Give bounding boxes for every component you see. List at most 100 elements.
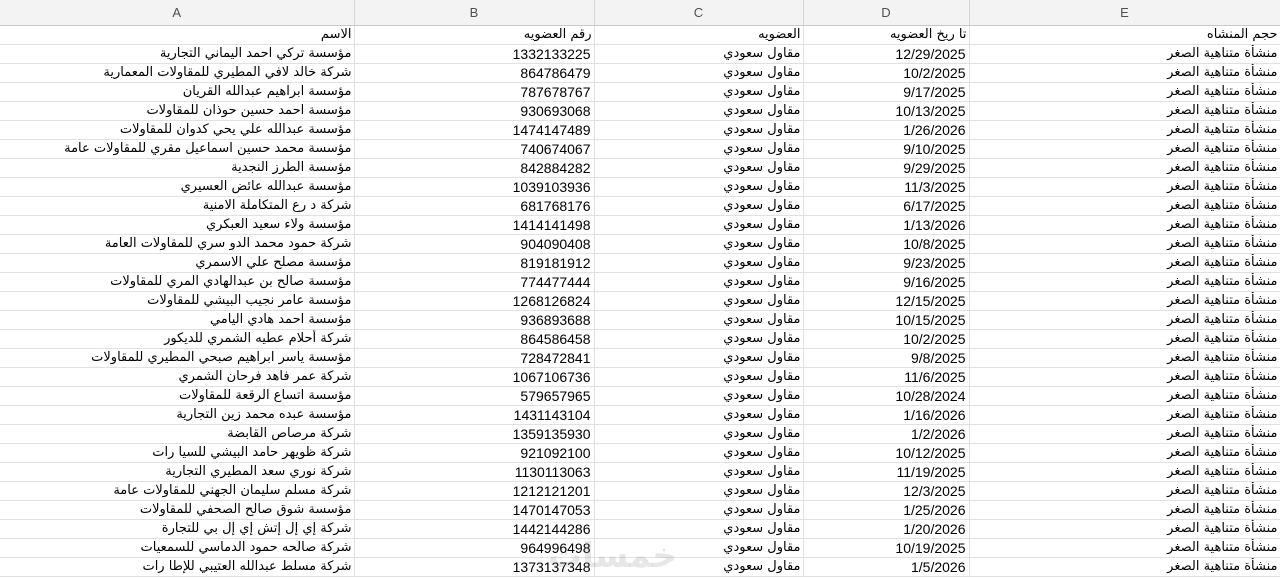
cell-membership-number[interactable]: 1359135930 (354, 424, 595, 444)
cell-membership[interactable]: مقاول سعودي (594, 291, 804, 311)
cell-name[interactable]: مؤسسة ولاء سعيد العبكري (0, 215, 355, 235)
cell-membership-number[interactable]: 728472841 (354, 348, 595, 368)
cell-membership-date[interactable]: 1/2/2026 (803, 424, 970, 444)
cell-membership[interactable]: مقاول سعودي (594, 215, 804, 235)
cell-establishment-size[interactable]: منشأة متناهية الصغر (969, 272, 1280, 292)
cell-name[interactable]: مؤسسة شوق صالح الصحفي للمقاولات (0, 500, 355, 520)
cell-name[interactable]: شركة مسلط عبدالله العتيبي للإطا رات (0, 557, 355, 577)
cell-name[interactable]: مؤسسة محمد حسين اسماعيل مقري للمقاولات ع… (0, 139, 355, 159)
cell-membership-date[interactable]: 1/25/2026 (803, 500, 970, 520)
cell-membership[interactable]: مقاول سعودي (594, 329, 804, 349)
cell-name[interactable]: مؤسسة اتساع الرقعة للمقاولات (0, 386, 355, 406)
cell-membership-number[interactable]: 1474147489 (354, 120, 595, 140)
cell-membership-number[interactable]: 1039103936 (354, 177, 595, 197)
cell-membership-date[interactable]: 6/17/2025 (803, 196, 970, 216)
cell-establishment-size[interactable]: منشأة متناهية الصغر (969, 139, 1280, 159)
cell-name[interactable]: شركة إي إل إتش إي إل بي للتجارة (0, 519, 355, 539)
cell-establishment-size[interactable]: منشأة متناهية الصغر (969, 44, 1280, 64)
cell-membership[interactable]: مقاول سعودي (594, 101, 804, 121)
cell-name[interactable]: شركة خالد لافي المطيري للمقاولات المعمار… (0, 63, 355, 83)
cell-establishment-size[interactable]: منشأة متناهية الصغر (969, 101, 1280, 121)
cell-establishment-size[interactable]: منشأة متناهية الصغر (969, 291, 1280, 311)
cell-membership-date[interactable]: 10/19/2025 (803, 538, 970, 558)
column-header-b[interactable]: B (354, 0, 595, 26)
cell-establishment-size[interactable]: منشأة متناهية الصغر (969, 120, 1280, 140)
cell-membership-number[interactable]: 740674067 (354, 139, 595, 159)
cell-membership-date[interactable]: 10/13/2025 (803, 101, 970, 121)
cell-membership[interactable]: مقاول سعودي (594, 462, 804, 482)
cell-establishment-size[interactable]: منشأة متناهية الصغر (969, 500, 1280, 520)
cell-membership[interactable]: مقاول سعودي (594, 386, 804, 406)
cell-membership-number[interactable]: 842884282 (354, 158, 595, 178)
header-cell-name[interactable]: الاسم (0, 25, 355, 45)
cell-membership[interactable]: مقاول سعودي (594, 538, 804, 558)
cell-establishment-size[interactable]: منشأة متناهية الصغر (969, 348, 1280, 368)
cell-membership[interactable]: مقاول سعودي (594, 139, 804, 159)
cell-membership-number[interactable]: 1212121201 (354, 481, 595, 501)
cell-establishment-size[interactable]: منشأة متناهية الصغر (969, 234, 1280, 254)
cell-membership-date[interactable]: 9/29/2025 (803, 158, 970, 178)
cell-name[interactable]: مؤسسة مصلح علي الاسمري (0, 253, 355, 273)
cell-membership-number[interactable]: 1470147053 (354, 500, 595, 520)
cell-membership[interactable]: مقاول سعودي (594, 519, 804, 539)
cell-membership-number[interactable]: 864586458 (354, 329, 595, 349)
cell-establishment-size[interactable]: منشأة متناهية الصغر (969, 443, 1280, 463)
cell-name[interactable]: شركة مسلم سليمان الجهني للمقاولات عامة (0, 481, 355, 501)
cell-membership-number[interactable]: 819181912 (354, 253, 595, 273)
cell-membership[interactable]: مقاول سعودي (594, 120, 804, 140)
cell-membership-number[interactable]: 1414141498 (354, 215, 595, 235)
cell-establishment-size[interactable]: منشأة متناهية الصغر (969, 329, 1280, 349)
cell-membership-date[interactable]: 1/13/2026 (803, 215, 970, 235)
cell-name[interactable]: مؤسسة عبده محمد زين التجارية (0, 405, 355, 425)
cell-membership-date[interactable]: 10/28/2024 (803, 386, 970, 406)
cell-establishment-size[interactable]: منشأة متناهية الصغر (969, 177, 1280, 197)
column-header-d[interactable]: D (803, 0, 970, 26)
cell-name[interactable]: مؤسسة عبدالله عائض العسيري (0, 177, 355, 197)
cell-name[interactable]: شركة مرصاص القابضة (0, 424, 355, 444)
cell-name[interactable]: شركة حمود محمد الدو سري للمقاولات العامة (0, 234, 355, 254)
cell-membership-number[interactable]: 864786479 (354, 63, 595, 83)
cell-membership-number[interactable]: 1431143104 (354, 405, 595, 425)
cell-membership[interactable]: مقاول سعودي (594, 481, 804, 501)
cell-membership[interactable]: مقاول سعودي (594, 367, 804, 387)
cell-membership-date[interactable]: 12/29/2025 (803, 44, 970, 64)
cell-establishment-size[interactable]: منشأة متناهية الصغر (969, 538, 1280, 558)
cell-name[interactable]: مؤسسة ابراهيم عبدالله القريان (0, 82, 355, 102)
cell-membership-date[interactable]: 12/3/2025 (803, 481, 970, 501)
cell-membership[interactable]: مقاول سعودي (594, 196, 804, 216)
cell-membership-number[interactable]: 1332133225 (354, 44, 595, 64)
cell-membership-date[interactable]: 9/8/2025 (803, 348, 970, 368)
cell-membership[interactable]: مقاول سعودي (594, 177, 804, 197)
cell-membership-date[interactable]: 10/2/2025 (803, 63, 970, 83)
cell-membership-date[interactable]: 10/8/2025 (803, 234, 970, 254)
cell-establishment-size[interactable]: منشأة متناهية الصغر (969, 405, 1280, 425)
cell-membership-date[interactable]: 11/19/2025 (803, 462, 970, 482)
cell-membership-date[interactable]: 1/20/2026 (803, 519, 970, 539)
cell-membership-number[interactable]: 681768176 (354, 196, 595, 216)
cell-name[interactable]: مؤسسة ياسر ابراهيم صبحي المطيري للمقاولا… (0, 348, 355, 368)
cell-membership-date[interactable]: 10/15/2025 (803, 310, 970, 330)
cell-membership-date[interactable]: 1/16/2026 (803, 405, 970, 425)
column-header-e[interactable]: E (969, 0, 1280, 26)
cell-membership[interactable]: مقاول سعودي (594, 443, 804, 463)
cell-membership-number[interactable]: 904090408 (354, 234, 595, 254)
cell-membership-date[interactable]: 9/10/2025 (803, 139, 970, 159)
cell-membership-number[interactable]: 787678767 (354, 82, 595, 102)
cell-establishment-size[interactable]: منشأة متناهية الصغر (969, 386, 1280, 406)
cell-name[interactable]: مؤسسة الطرز النجدية (0, 158, 355, 178)
cell-establishment-size[interactable]: منشأة متناهية الصغر (969, 557, 1280, 577)
cell-name[interactable]: شركة د رع المتكاملة الامنية (0, 196, 355, 216)
cell-membership-number[interactable]: 1373137348 (354, 557, 595, 577)
cell-membership-date[interactable]: 10/12/2025 (803, 443, 970, 463)
cell-membership-date[interactable]: 9/17/2025 (803, 82, 970, 102)
cell-membership-date[interactable]: 12/15/2025 (803, 291, 970, 311)
cell-membership-number[interactable]: 1442144286 (354, 519, 595, 539)
cell-membership-number[interactable]: 930693068 (354, 101, 595, 121)
cell-name[interactable]: شركة عمر فاهد فرحان الشمري (0, 367, 355, 387)
cell-membership[interactable]: مقاول سعودي (594, 348, 804, 368)
cell-membership[interactable]: مقاول سعودي (594, 234, 804, 254)
cell-name[interactable]: مؤسسة عامر نجيب البيشي للمقاولات (0, 291, 355, 311)
cell-establishment-size[interactable]: منشأة متناهية الصغر (969, 215, 1280, 235)
cell-establishment-size[interactable]: منشأة متناهية الصغر (969, 310, 1280, 330)
cell-establishment-size[interactable]: منشأة متناهية الصغر (969, 367, 1280, 387)
